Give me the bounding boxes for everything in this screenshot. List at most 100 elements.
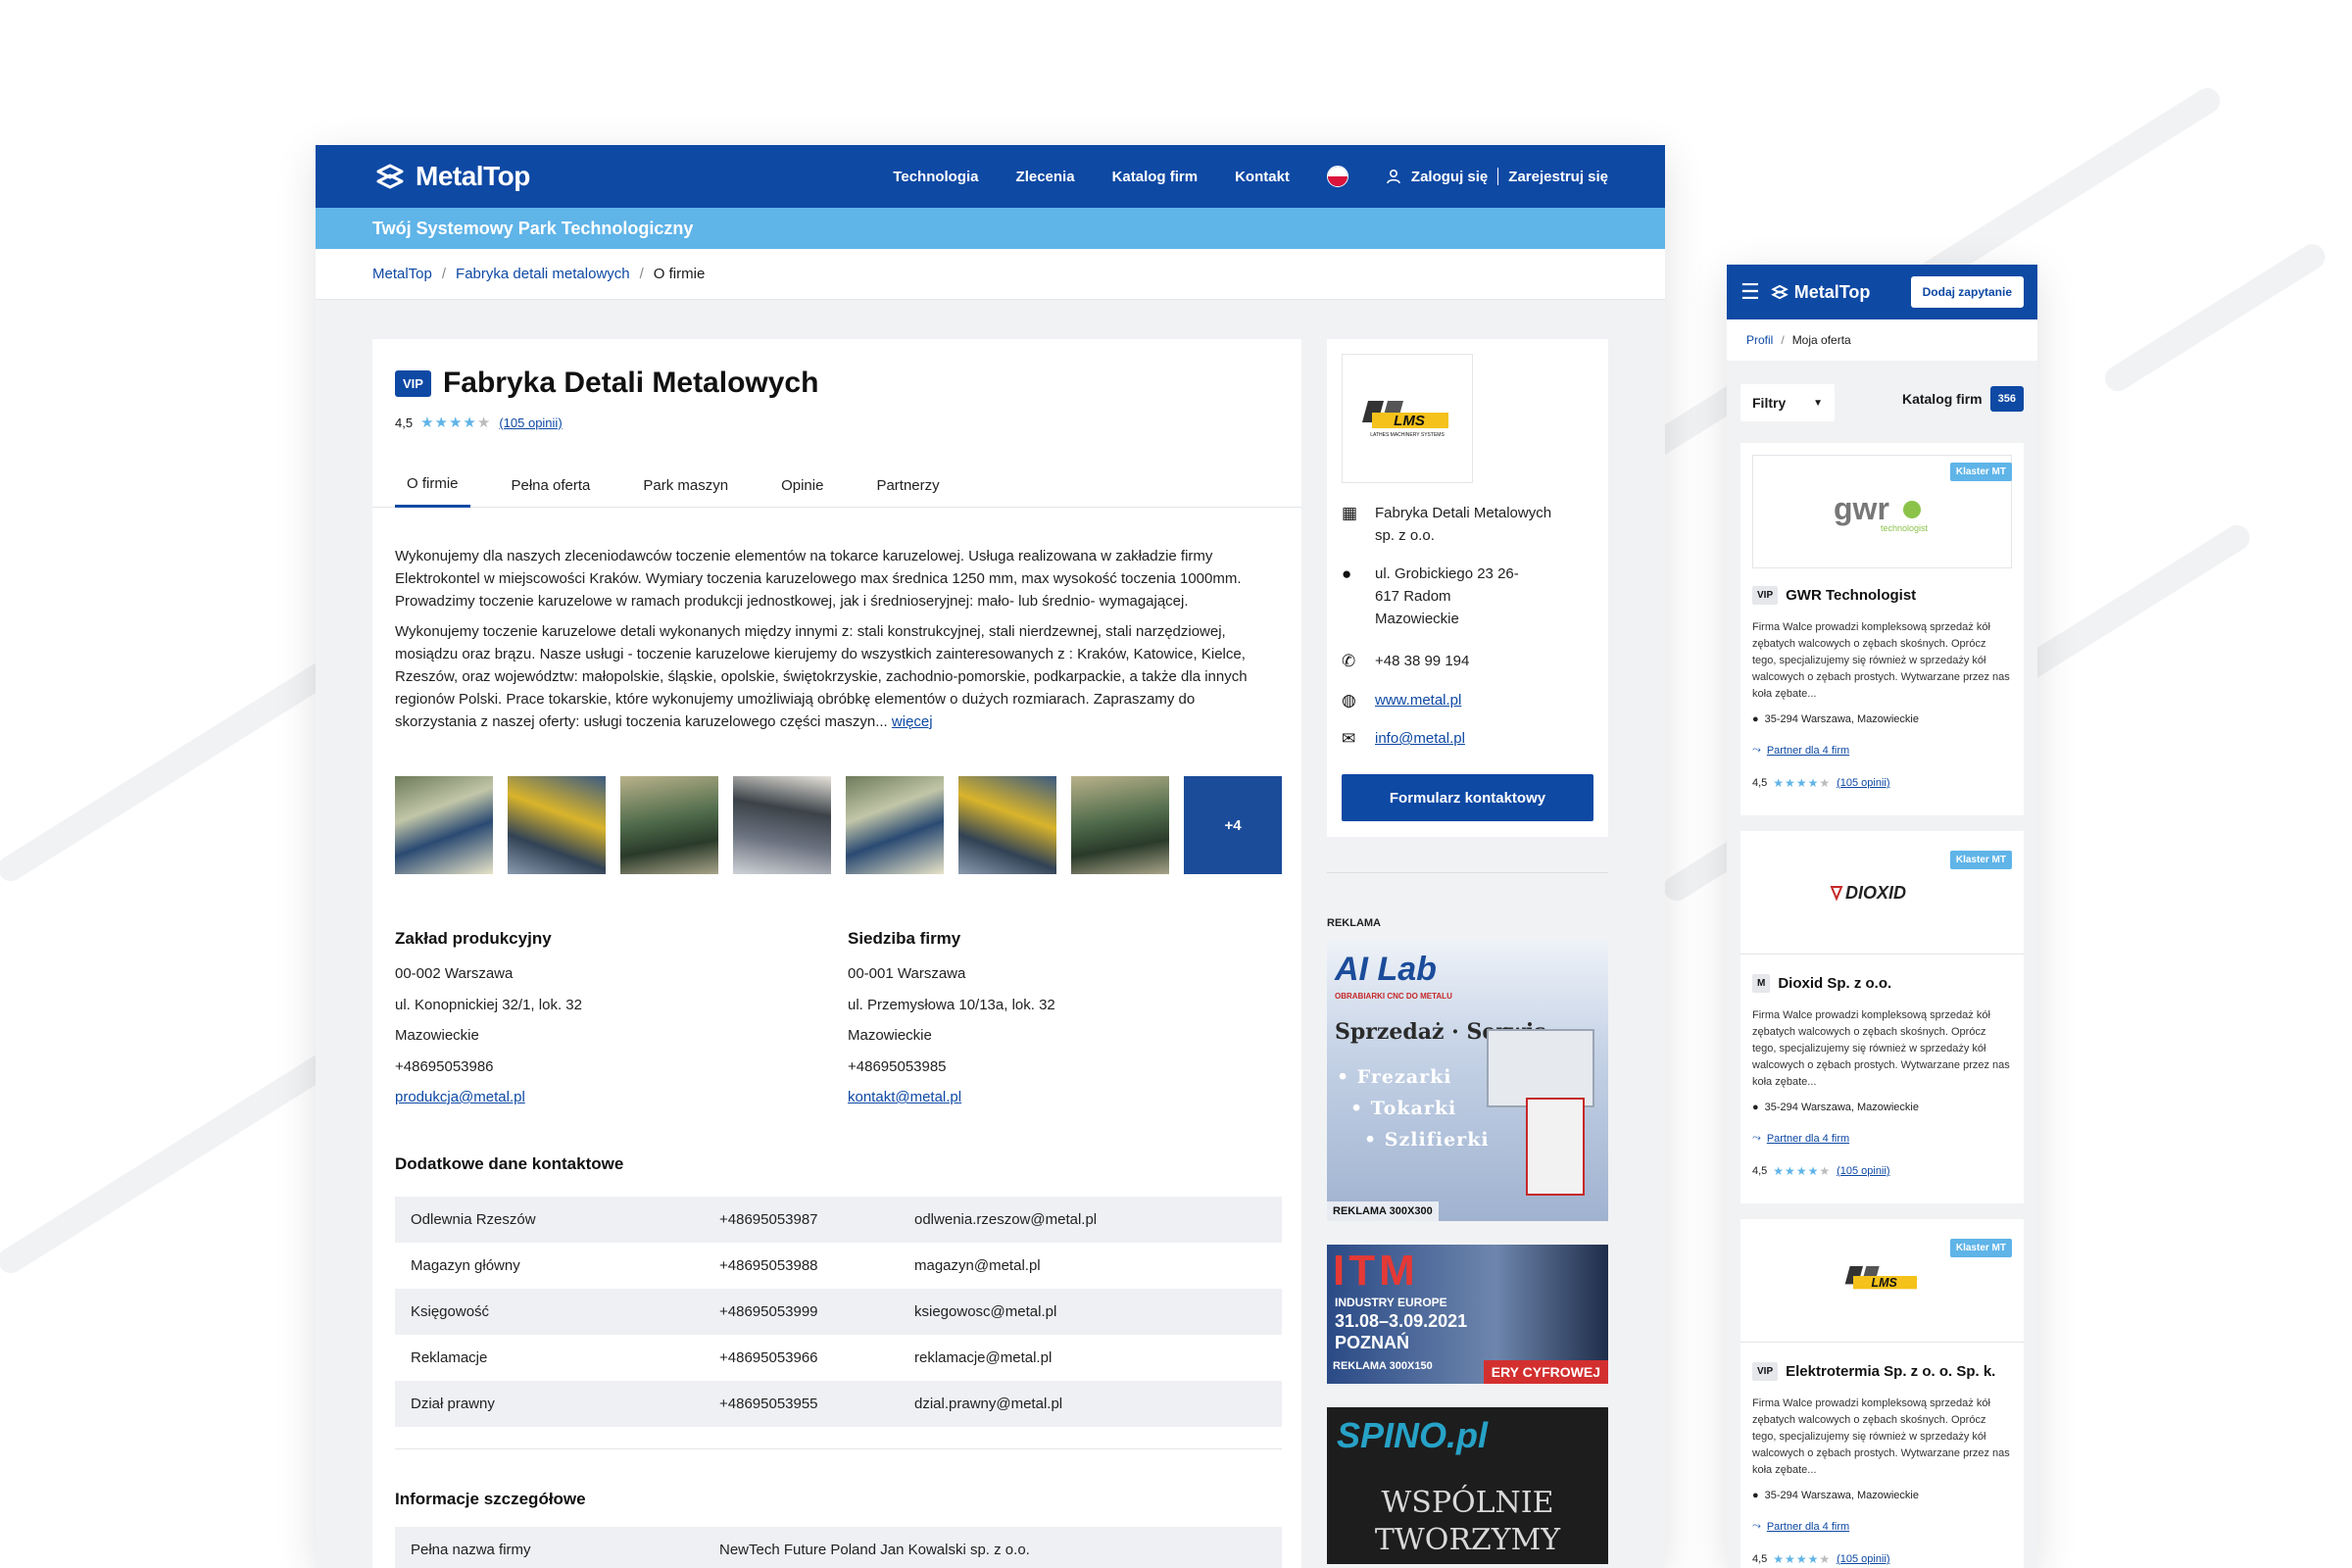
company-description: Wykonujemy dla naszych zleceniodawców to… — [395, 545, 1277, 741]
company-location: ● 35-294 Warszawa, Mazowieckie — [1752, 1102, 1919, 1113]
reviews-link[interactable]: (105 opinii) — [1837, 777, 1889, 789]
hq-line: Mazowieckie — [848, 1027, 932, 1044]
brand-logo[interactable]: MetalTop — [372, 161, 530, 192]
rating-value: 4,5 — [395, 415, 414, 430]
nav-zlecenia[interactable]: Zlecenia — [1016, 169, 1075, 185]
plant-address: Zakład produkcyjny 00-002 Warszawa ul. K… — [395, 927, 582, 1113]
location-pin-icon: ● — [1752, 1102, 1759, 1113]
tab-o-firmie[interactable]: O firmie — [395, 463, 470, 508]
details-table: Pełna nazwa firmy NewTech Future Poland J… — [395, 1527, 1282, 1568]
company-card[interactable]: DIOXID Klaster MT M Dioxid Sp. z o.o. Fir… — [1740, 831, 2024, 1203]
partner-link[interactable]: ⤳ Partner dla 4 firm — [1752, 1132, 1849, 1145]
register-link[interactable]: Zarejestruj się — [1508, 169, 1608, 185]
lms-logo-icon: LMS LATHES MACHINERY SYSTEMS — [1362, 401, 1448, 438]
more-link[interactable]: więcej — [892, 713, 933, 730]
website-link[interactable]: www.metal.pl — [1375, 689, 1461, 711]
nav-kontakt[interactable]: Kontakt — [1235, 169, 1290, 185]
plant-line: Mazowieckie — [395, 1027, 479, 1044]
hq-line: 00-001 Warszawa — [848, 965, 966, 982]
tab-opinie[interactable]: Opinie — [769, 463, 835, 508]
partner-link[interactable]: ⤳ Partner dla 4 firm — [1752, 1520, 1849, 1533]
extra-contacts-table: Odlewnia Rzeszów +48695053987 odlwenia.rze… — [395, 1197, 1282, 1427]
add-request-button[interactable]: Dodaj zapytanie — [1910, 276, 2024, 308]
vip-badge: VIP — [395, 369, 431, 397]
desktop-window: MetalTop Technologia Zlecenia Katalog fi… — [316, 145, 1665, 1568]
gallery-photo[interactable] — [1071, 776, 1169, 874]
table-row: Magazyn główny +48695053988 magazyn@metal.… — [411, 1257, 1041, 1274]
brand-logo[interactable]: MetalTop — [1770, 282, 1870, 303]
ad-line: • Frezarki — [1337, 1066, 1452, 1088]
nav-technologia[interactable]: Technologia — [893, 169, 978, 185]
hq-email-link[interactable]: kontakt@metal.pl — [848, 1089, 961, 1105]
cluster-badge: Klaster MT — [1949, 851, 2012, 869]
company-rating: 4,5 ★★★★★ (105 opinii) — [1752, 1552, 1890, 1566]
company-location: ● 35-294 Warszawa, Mazowieckie — [1752, 713, 1919, 725]
svg-text:LATHES MACHINERY SYSTEMS: LATHES MACHINERY SYSTEMS — [1370, 432, 1445, 438]
breadcrumb-profile[interactable]: Profil — [1746, 333, 1773, 347]
cluster-badge: Klaster MT — [1949, 463, 2012, 481]
ad-banner-spino[interactable]: SPINO.pl Wspólnie tworzymy — [1327, 1407, 1608, 1564]
gallery-photo[interactable] — [846, 776, 944, 874]
metaltop-logo-icon — [1770, 284, 1788, 300]
gallery-photo[interactable] — [508, 776, 606, 874]
company-description: Firma Walce prowadzi kompleksową sprzeda… — [1752, 1397, 2010, 1476]
menu-icon[interactable]: ☰ — [1740, 279, 1760, 305]
extra-contacts-title: Dodatkowe dane kontaktowe — [395, 1154, 624, 1173]
language-flag-icon[interactable] — [1326, 166, 1348, 187]
top-navbar: MetalTop Technologia Zlecenia Katalog fi… — [316, 145, 1665, 208]
rating-stars-icon: ★★★★★ — [1773, 1164, 1832, 1178]
email-link[interactable]: info@metal.pl — [1375, 727, 1465, 750]
contact-card: LMS LATHES MACHINERY SYSTEMS ▦ Fabryka D… — [1327, 339, 1608, 837]
ad-strip: ERY CYFROWEJ — [1483, 1360, 1608, 1384]
svg-text:LMS: LMS — [1871, 1275, 1897, 1289]
tab-pelna-oferta[interactable]: Pełna oferta — [500, 463, 603, 508]
company-profile-card: VIP Fabryka Detali Metalowych 4,5 ★★★★★ … — [372, 339, 1301, 1568]
filters-dropdown[interactable]: Filtry ▼ — [1740, 384, 1835, 421]
gallery-photo[interactable] — [958, 776, 1056, 874]
company-title: Fabryka Detali Metalowych — [442, 367, 819, 399]
plant-email-link[interactable]: produkcja@metal.pl — [395, 1089, 525, 1105]
photo-gallery: +4 — [395, 776, 1282, 874]
tab-park-maszyn[interactable]: Park maszyn — [631, 463, 740, 508]
count-badge: 356 — [1989, 386, 2024, 412]
tier-badge: M — [1752, 974, 1771, 993]
gallery-more-button[interactable]: +4 — [1184, 776, 1282, 874]
rating-stars-icon: ★★★★★ — [1773, 776, 1832, 790]
hq-title: Siedziba firmy — [848, 929, 961, 948]
svg-text:DIOXID: DIOXID — [1845, 883, 1906, 903]
ad-banner-ailab[interactable]: AI Lab OBRABIARKI CNC DO METALU Sprzedaż… — [1327, 941, 1608, 1221]
ad-banner-itm[interactable]: ITM INDUSTRY EUROPE 31.08–3.09.2021 POZN… — [1327, 1245, 1608, 1384]
company-card[interactable]: gwr technologist Klaster MT VIP GWR Techn… — [1740, 443, 2024, 815]
nav-katalog-firm[interactable]: Katalog firm — [1112, 169, 1199, 185]
plant-line: 00-002 Warszawa — [395, 965, 514, 982]
gallery-photo[interactable] — [395, 776, 493, 874]
reviews-link[interactable]: (105 opinii) — [1837, 1553, 1889, 1565]
handshake-icon: ⤳ — [1752, 1132, 1761, 1144]
location-pin-icon: ● — [1752, 1490, 1759, 1501]
reviews-link[interactable]: (105 opinii) — [499, 416, 562, 430]
breadcrumb-separator: / — [441, 266, 447, 282]
hq-line: ul. Przemysłowa 10/13a, lok. 32 — [848, 996, 1055, 1013]
company-logo: LMS LATHES MACHINERY SYSTEMS — [1342, 354, 1473, 483]
gallery-photo[interactable] — [620, 776, 718, 874]
globe-icon: ◍ — [1342, 691, 1356, 710]
ad-title: AI Lab — [1335, 951, 1437, 988]
reviews-link[interactable]: (105 opinii) — [1837, 1165, 1889, 1177]
breadcrumb-company[interactable]: Fabryka detali metalowych — [456, 266, 630, 282]
mobile-window: ☰ MetalTop Dodaj zapytanie Profil / Moja… — [1727, 265, 2037, 1568]
location-pin-icon: ● — [1342, 564, 1352, 583]
table-row: Dział prawny +48695053955 dzial.prawny@met… — [395, 1381, 1282, 1427]
catalog-count: Katalog firm 356 — [1902, 386, 2024, 412]
gallery-photo[interactable] — [733, 776, 831, 874]
breadcrumb-home[interactable]: MetalTop — [372, 266, 432, 282]
login-link[interactable]: Zaloguj się — [1411, 169, 1488, 185]
tagline-bar: Twój Systemowy Park Technologiczny — [316, 208, 1665, 249]
company-logo: DIOXID — [1740, 831, 2024, 955]
company-card[interactable]: LMS Klaster MT VIP Elektrotermia Sp. z o.… — [1740, 1219, 2024, 1568]
partner-link[interactable]: ⤳ Partner dla 4 firm — [1752, 744, 1849, 757]
ad-line: POZNAŃ — [1335, 1333, 1409, 1352]
contact-form-button[interactable]: Formularz kontaktowy — [1342, 774, 1593, 821]
tab-partnerzy[interactable]: Partnerzy — [864, 463, 951, 508]
rating-stars-icon: ★★★★★ — [420, 415, 492, 431]
company-logo: LMS — [1740, 1219, 2024, 1343]
